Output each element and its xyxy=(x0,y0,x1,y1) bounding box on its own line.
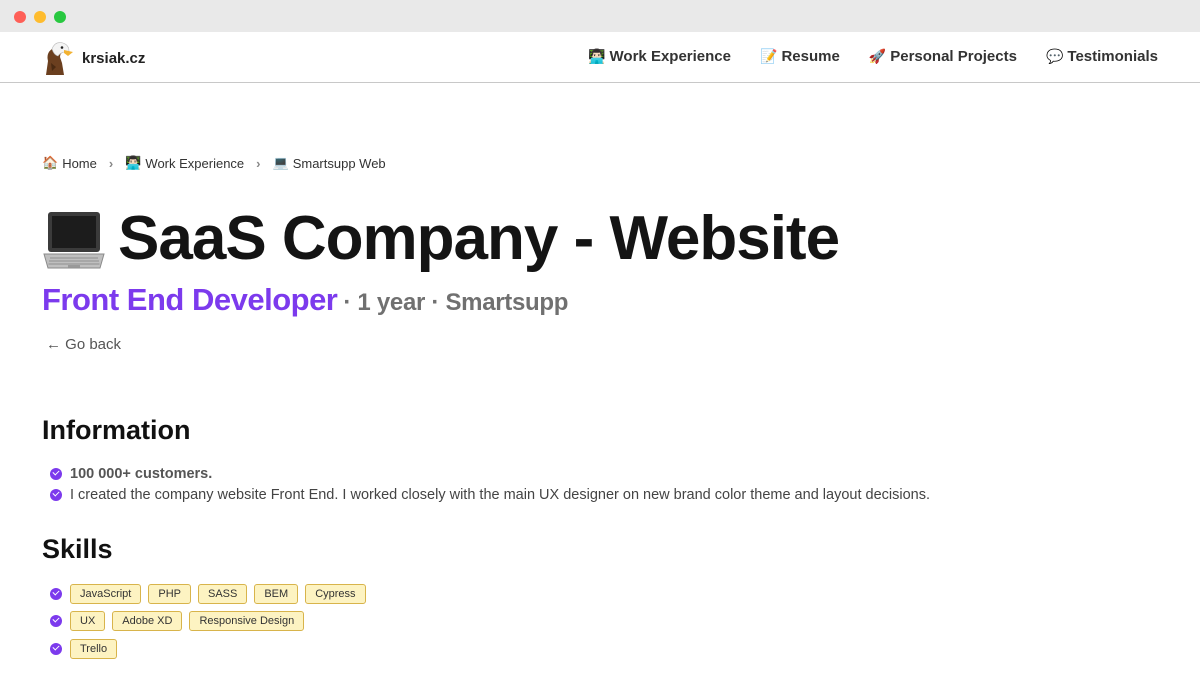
chevron-right-icon: › xyxy=(256,155,261,171)
top-navbar: krsiak.cz 👨🏻‍💻 Work Experience 📝 Resume … xyxy=(0,32,1200,83)
breadcrumb-label: Work Experience xyxy=(145,155,245,171)
eagle-icon xyxy=(42,41,74,75)
check-circle-icon xyxy=(50,488,62,501)
skill-tag: Adobe XD xyxy=(112,611,183,632)
laptop-icon xyxy=(42,206,106,272)
breadcrumb-work-experience[interactable]: 👨🏻‍💻 Work Experience xyxy=(125,155,244,171)
memo-icon: 📝 xyxy=(760,48,778,64)
nav-personal-projects[interactable]: 🚀 Personal Projects xyxy=(869,48,1017,65)
check-circle-icon xyxy=(50,615,62,628)
nav-label: Testimonials xyxy=(1067,48,1158,65)
skills-heading: Skills xyxy=(42,534,113,564)
nav-testimonials[interactable]: 💬 Testimonials xyxy=(1046,48,1158,65)
main-nav: 👨🏻‍💻 Work Experience 📝 Resume 🚀 Personal… xyxy=(588,48,1158,65)
nav-resume[interactable]: 📝 Resume xyxy=(760,48,840,65)
technologist-icon: 👨🏻‍💻 xyxy=(125,155,142,170)
brand-name: krsiak.cz xyxy=(82,49,146,67)
check-circle-icon xyxy=(50,467,62,480)
go-back-link[interactable]: ← Go back xyxy=(46,336,121,353)
check-circle-icon xyxy=(50,642,62,655)
skill-row: UX Adobe XD Responsive Design xyxy=(50,608,373,636)
skill-tag: PHP xyxy=(148,583,191,604)
rocket-icon: 🚀 xyxy=(868,48,887,64)
laptop-icon: 💻 xyxy=(272,155,289,170)
skill-tag: SASS xyxy=(197,583,248,604)
house-icon: 🏠 xyxy=(42,155,59,170)
site-logo-link[interactable]: krsiak.cz xyxy=(42,41,145,75)
list-item: 100 000+ customers. xyxy=(50,463,930,484)
skill-tag: JavaScript xyxy=(70,583,142,604)
maximize-window-button[interactable] xyxy=(54,11,66,23)
title-row: SaaS Company - Website xyxy=(42,203,840,274)
chevron-right-icon: › xyxy=(108,155,114,171)
close-window-button[interactable] xyxy=(14,11,26,23)
nav-label: Work Experience xyxy=(609,48,731,65)
check-circle-icon xyxy=(50,587,62,600)
technologist-icon: 👨🏻‍💻 xyxy=(588,48,606,64)
minimize-window-button[interactable] xyxy=(34,11,46,23)
skill-row: JavaScript PHP SASS BEM Cypress xyxy=(50,580,373,608)
skill-tag: UX xyxy=(70,611,106,632)
skill-tag: Cypress xyxy=(305,583,366,604)
window-titlebar xyxy=(0,0,1200,32)
breadcrumb-label: Home xyxy=(62,155,97,171)
job-subtitle: Front End Developer · 1 year · Smartsupp xyxy=(42,282,568,318)
information-heading: Information xyxy=(42,415,191,445)
nav-label: Personal Projects xyxy=(890,48,1017,65)
job-meta: · 1 year · Smartsupp xyxy=(343,289,569,316)
nav-work-experience[interactable]: 👨🏻‍💻 Work Experience xyxy=(588,48,731,65)
job-role: Front End Developer xyxy=(42,282,338,317)
info-text: 100 000+ customers. xyxy=(70,465,213,482)
page-title: SaaS Company - Website xyxy=(118,204,840,273)
breadcrumb-current: 💻 Smartsupp Web xyxy=(273,155,386,171)
information-list: 100 000+ customers. I created the compan… xyxy=(50,463,930,505)
skill-tag: Trello xyxy=(70,638,118,659)
nav-label: Resume xyxy=(781,48,840,65)
skill-tag: BEM xyxy=(254,583,299,604)
skills-list: JavaScript PHP SASS BEM Cypress UX Adobe… xyxy=(50,580,373,663)
breadcrumb-label: Smartsupp Web xyxy=(292,155,386,171)
skill-row: Trello xyxy=(50,635,373,663)
breadcrumb: 🏠 Home › 👨🏻‍💻 Work Experience › 💻 Smarts… xyxy=(42,155,386,171)
breadcrumb-home[interactable]: 🏠 Home xyxy=(42,155,97,171)
skill-tag: Responsive Design xyxy=(189,611,305,632)
list-item: I created the company website Front End.… xyxy=(50,484,930,505)
speech-bubble-icon: 💬 xyxy=(1045,48,1064,64)
info-text: I created the company website Front End.… xyxy=(70,486,930,503)
